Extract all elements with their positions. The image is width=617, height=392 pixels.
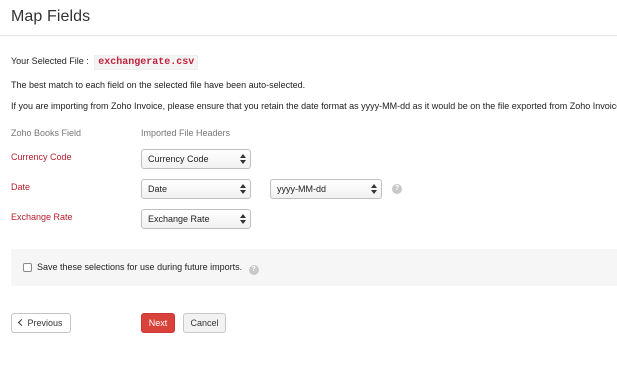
previous-button-label: Previous	[27, 318, 63, 328]
column-header-imported-headers: Imported File Headers	[141, 128, 231, 138]
exchange-rate-select[interactable]: Exchange Rate	[141, 209, 251, 229]
question-circle-icon[interactable]: ?	[248, 265, 259, 275]
date-select[interactable]: Date	[141, 179, 251, 199]
select-arrows-icon	[371, 183, 377, 195]
select-arrows-icon	[240, 213, 246, 225]
save-selections-text: Save these selections for use during fut…	[37, 262, 243, 272]
field-label-date: Date	[11, 182, 31, 192]
save-selections-checkbox[interactable]	[23, 263, 32, 272]
column-header-books-field: Zoho Books Field	[11, 128, 82, 138]
chevron-left-icon	[18, 318, 26, 327]
save-selections-label[interactable]: Save these selections for use during fut…	[37, 262, 259, 275]
exchange-rate-select-value: Exchange Rate	[148, 214, 210, 224]
date-format-select[interactable]: yyyy-MM-dd	[270, 179, 382, 199]
header: Map Fields	[0, 0, 617, 36]
page-title: Map Fields	[11, 8, 91, 25]
save-selections-panel: Save these selections for use during fut…	[11, 249, 617, 286]
date-select-value: Date	[148, 184, 168, 194]
question-circle-icon[interactable]: ?	[392, 184, 402, 194]
cancel-button[interactable]: Cancel	[183, 313, 226, 333]
select-arrows-icon	[240, 153, 246, 165]
next-button[interactable]: Next	[141, 313, 175, 333]
selected-file-label: Your Selected File :	[11, 56, 89, 66]
selected-file-name: exchangerate.csv	[94, 55, 199, 70]
zoho-invoice-note: If you are importing from Zoho Invoice, …	[11, 101, 617, 111]
select-arrows-icon	[240, 183, 246, 195]
field-label-exchange-rate: Exchange Rate	[11, 212, 73, 222]
currency-code-select[interactable]: Currency Code	[141, 149, 251, 169]
date-format-select-value: yyyy-MM-dd	[277, 184, 326, 194]
next-button-label: Next	[148, 318, 168, 328]
cancel-button-label: Cancel	[190, 318, 219, 328]
selected-file-line: Your Selected File : exchangerate.csv	[11, 55, 199, 70]
currency-code-select-value: Currency Code	[148, 154, 209, 164]
auto-selected-message: The best match to each field on the sele…	[11, 80, 306, 90]
previous-button[interactable]: Previous	[11, 313, 71, 333]
field-label-currency-code: Currency Code	[11, 152, 72, 162]
